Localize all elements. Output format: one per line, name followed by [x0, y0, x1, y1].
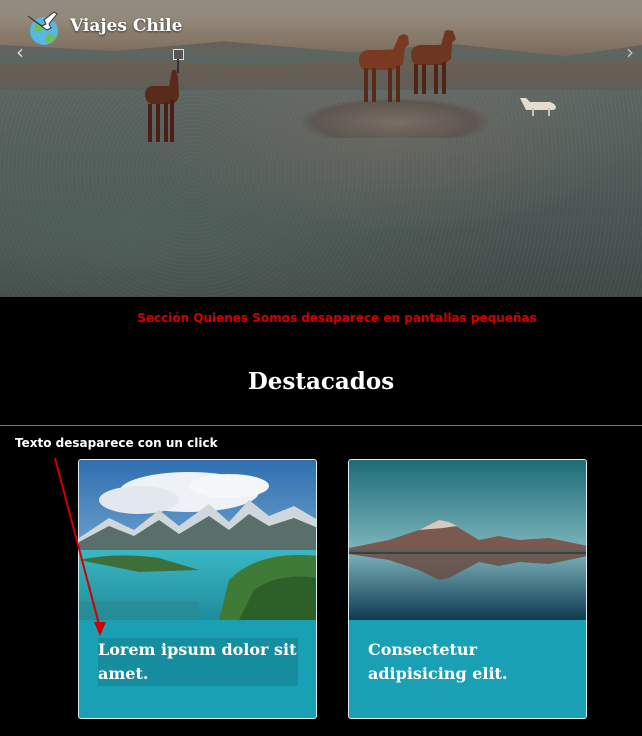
llama-icon — [411, 30, 456, 94]
chevron-left-icon[interactable]: ‹ — [10, 40, 30, 64]
featured-card[interactable]: Consectetur adipisicing elit. — [348, 459, 587, 719]
featured-card[interactable]: Lorem ipsum dolor sit amet. — [78, 459, 317, 719]
brand-title[interactable]: Viajes Chile — [70, 16, 182, 36]
volcano-reflection-image — [349, 460, 586, 620]
hero-mound — [300, 98, 490, 138]
click-note: Texto desaparece con un click — [15, 436, 218, 450]
llama-icon — [520, 98, 556, 116]
lake-mountains-image — [79, 460, 316, 620]
responsive-note: Sección Quienes Somos desaparece en pant… — [137, 311, 537, 325]
section-title: Destacados — [247, 368, 395, 395]
chevron-right-icon[interactable]: › — [626, 40, 638, 64]
llama-icon — [359, 34, 409, 102]
card-text[interactable]: Consectetur adipisicing elit. — [368, 638, 568, 686]
hero-carousel: Viajes Chile ‹ › — [0, 0, 642, 297]
llama-icon — [145, 70, 179, 142]
card-text[interactable]: Lorem ipsum dolor sit amet. — [98, 638, 298, 686]
section-divider — [0, 425, 642, 426]
globe-plane-icon[interactable] — [24, 10, 64, 46]
